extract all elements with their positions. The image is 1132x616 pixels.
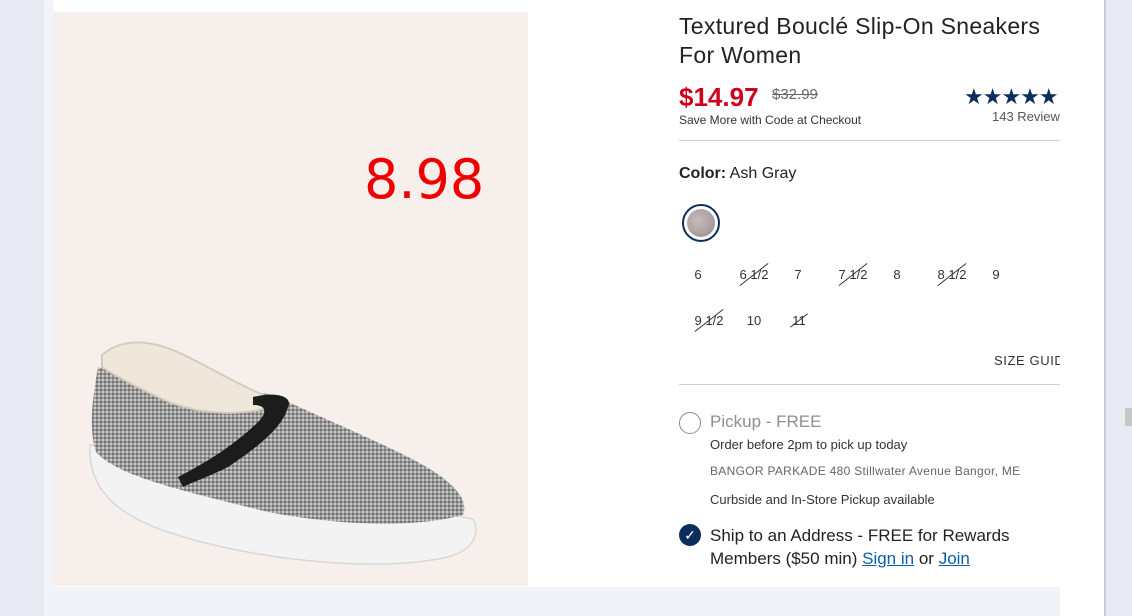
pickup-radio[interactable] [679, 412, 701, 434]
size-option-9[interactable]: 9 [988, 264, 1004, 286]
star-rating-icon[interactable]: ★★★★★ [964, 84, 1059, 110]
size-option-9-1-2[interactable]: 9 1/2 [694, 310, 724, 332]
price-annotation: 8.98 [364, 148, 485, 211]
sale-price: $14.97 [679, 82, 759, 112]
original-price: $32.99 [772, 86, 818, 103]
color-value: Ash Gray [729, 165, 797, 182]
size-option-7[interactable]: 7 [790, 264, 806, 286]
ship-option[interactable]: Ship to an Address - FREE for Rewards Me… [710, 524, 1060, 570]
color-label-key: Color: [679, 165, 727, 182]
shoe-image [89, 341, 477, 565]
color-swatch-ash-gray[interactable] [682, 204, 720, 242]
divider [679, 384, 1060, 385]
right-gutter [1060, 0, 1104, 616]
or-text: or [918, 549, 934, 568]
size-option-8-1-2[interactable]: 8 1/2 [937, 264, 967, 286]
size-option-6-1-2[interactable]: 6 1/2 [739, 264, 769, 286]
size-guide-link[interactable]: SIZE GUIDE [994, 353, 1060, 368]
save-note: Save More with Code at Checkout [679, 113, 862, 127]
product-image[interactable]: 8.98 [53, 12, 528, 586]
product-title: Textured Bouclé Slip-On Sneakers For Wom… [679, 13, 1041, 68]
swatch-fill [687, 209, 715, 237]
curbside-note: Curbside and In-Store Pickup available [710, 492, 935, 507]
size-option-8[interactable]: 8 [889, 264, 905, 286]
pickup-title[interactable]: Pickup - FREE [710, 412, 821, 432]
size-option-11[interactable]: 11 [791, 310, 807, 332]
sign-in-link[interactable]: Sign in [862, 549, 914, 568]
size-option-7-1-2[interactable]: 7 1/2 [838, 264, 868, 286]
scroll-track [1104, 0, 1106, 616]
color-label: Color: Ash Gray [679, 165, 796, 183]
product-info: Textured Bouclé Slip-On Sneakers For Wom… [679, 12, 1060, 587]
ship-checked-icon[interactable]: ✓ [679, 524, 701, 546]
pickup-subtitle: Order before 2pm to pick up today [710, 437, 908, 452]
join-link[interactable]: Join [939, 549, 970, 568]
scrollbar-thumb[interactable] [1125, 408, 1132, 426]
size-option-10[interactable]: 10 [744, 310, 764, 332]
size-option-6[interactable]: 6 [690, 264, 706, 286]
store-address: BANGOR PARKADE 480 Stillwater Avenue Ban… [710, 464, 1021, 478]
reviews-link[interactable]: 143 Reviews [992, 109, 1060, 124]
divider [679, 140, 1060, 141]
